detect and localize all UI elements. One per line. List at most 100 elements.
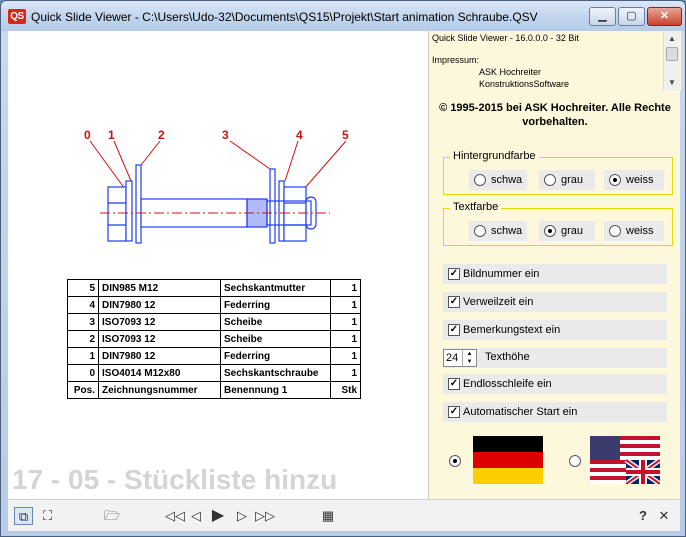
table-row: 0 ISO4014 M12x80 Sechskantschraube 1 [67,364,361,382]
settings-panel: Quick Slide Viewer - 16.0.0.0 - 32 Bit I… [428,31,681,499]
bg-radio-white[interactable]: weiss [604,170,664,190]
table-cell: Sechskantschraube [220,364,331,382]
minimize-button[interactable]: ▁ [589,7,616,26]
text-height-spinner[interactable]: 24 ▲ ▼ [443,349,477,367]
window-title: Quick Slide Viewer - C:\Users\Udo-32\Doc… [31,10,538,24]
callout-1: 1 [108,128,115,142]
callout-2: 2 [158,128,165,142]
radio-icon [474,174,486,186]
autostart-checkbox[interactable]: ✓ Automatischer Start ein [443,402,667,422]
exit-icon[interactable]: ✕ [656,507,672,525]
table-cell: 1 [330,296,361,314]
checkbox-checked-icon: ✓ [448,324,460,336]
callout-0: 0 [84,128,91,142]
previous-slide-button[interactable]: ◁ [188,507,204,525]
bottom-toolbar: ⧉ ⛶ 🗁 ◁◁ ◁ ▶ ▷ ▷▷ ▦ ? ✕ [8,499,680,531]
maximize-button[interactable]: ▢ [618,7,645,26]
play-button[interactable]: ▶ [208,507,228,525]
callout-3: 3 [222,128,229,142]
copyright-text: © 1995-2015 bei ASK Hochreiter. Alle Rec… [439,102,671,128]
text-color-label: Textfarbe [450,201,502,213]
table-header-row: Pos. Zeichnungsnummer Benennung 1 Stk [67,381,361,399]
table-row: 2 ISO7093 12 Scheibe 1 [67,330,361,348]
checkbox-checked-icon: ✓ [448,268,460,280]
table-row: 3 ISO7093 12 Scheibe 1 [67,313,361,331]
open-folder-icon[interactable]: 🗁 [102,507,122,525]
client-area: 0 1 2 3 4 5 5 DIN985 M12 Sechskantmutter… [8,31,681,531]
image-number-checkbox[interactable]: ✓ Bildnummer ein [443,264,667,284]
background-color-group: Hintergrundfarbe schwa grau weiss [443,150,673,195]
help-button[interactable]: ? [636,507,650,525]
grid-view-icon[interactable]: ▦ [319,507,337,525]
company-subtitle: KonstruktionsSoftware [479,79,570,89]
radio-selected-icon [609,174,621,186]
language-english-radio[interactable] [569,455,581,467]
table-cell: Pos. [67,381,99,399]
next-slide-button[interactable]: ▷ [234,507,250,525]
us-uk-flag-icon[interactable] [590,436,660,484]
first-slide-button[interactable]: ◁◁ [164,507,186,525]
callout-5: 5 [342,128,349,142]
scroll-thumb[interactable] [666,47,678,61]
table-cell: DIN7980 12 [98,347,221,365]
table-cell: Federring [220,296,331,314]
table-cell: 2 [67,330,99,348]
bolt-assembly-drawing: 0 1 2 3 4 5 [84,128,349,244]
table-cell: 0 [67,364,99,382]
table-cell: ISO7093 12 [98,330,221,348]
table-cell: DIN7980 12 [98,296,221,314]
title-bar[interactable]: QS Quick Slide Viewer - C:\Users\Udo-32\… [1,1,685,31]
scroll-down-icon[interactable]: ▼ [664,75,680,91]
radio-icon [544,174,556,186]
table-cell: 1 [330,313,361,331]
table-cell: 1 [330,364,361,382]
table-row: 1 DIN7980 12 Federring 1 [67,347,361,365]
text-height-label: Texthöhe [485,351,530,363]
german-flag-icon[interactable] [473,436,543,484]
loop-checkbox[interactable]: ✓ Endlosschleife ein [443,374,667,394]
text-color-group: Textfarbe schwa grau weiss [443,201,673,246]
radio-selected-icon [544,225,556,237]
table-cell: ISO4014 M12x80 [98,364,221,382]
table-cell: 1 [330,279,361,297]
checkbox-checked-icon: ✓ [448,406,460,418]
scroll-up-icon[interactable]: ▲ [664,31,680,47]
checkbox-checked-icon: ✓ [448,378,460,390]
checkbox-checked-icon: ✓ [448,296,460,308]
table-cell: Scheibe [220,330,331,348]
radio-icon [474,225,486,237]
language-german-radio[interactable] [449,455,461,467]
table-cell: 1 [330,330,361,348]
callout-4: 4 [296,128,303,142]
table-cell: 1 [67,347,99,365]
info-scrollbar[interactable]: ▲ ▼ [663,31,680,91]
table-cell: Zeichnungsnummer [98,381,221,399]
table-cell: DIN985 M12 [98,279,221,297]
bg-radio-gray[interactable]: grau [539,170,595,190]
close-button[interactable]: ✕ [647,7,682,26]
impressum-label: Impressum: [432,55,480,65]
text-height-row: 24 ▲ ▼ Texthöhe [443,348,667,368]
spinner-arrows-icon[interactable]: ▲ ▼ [462,350,476,366]
table-cell: 1 [330,347,361,365]
info-textbox[interactable]: Quick Slide Viewer - 16.0.0.0 - 32 Bit I… [429,31,681,91]
company-name: ASK Hochreiter [479,67,542,77]
text-radio-white[interactable]: weiss [604,221,664,241]
table-row: 5 DIN985 M12 Sechskantmutter 1 [67,279,361,297]
table-cell: 3 [67,313,99,331]
panel-toggle-icon[interactable]: ⧉ [14,507,33,525]
table-cell: Scheibe [220,313,331,331]
table-cell: Benennung 1 [220,381,331,399]
fullscreen-icon[interactable]: ⛶ [38,507,57,525]
table-cell: 4 [67,296,99,314]
text-radio-gray[interactable]: grau [539,221,595,241]
table-row: 4 DIN7980 12 Federring 1 [67,296,361,314]
last-slide-button[interactable]: ▷▷ [254,507,276,525]
text-radio-black[interactable]: schwa [469,221,527,241]
background-color-label: Hintergrundfarbe [450,150,539,162]
table-cell: 5 [67,279,99,297]
comment-text-checkbox[interactable]: ✓ Bemerkungstext ein [443,320,667,340]
bg-radio-black[interactable]: schwa [469,170,527,190]
dwell-time-checkbox[interactable]: ✓ Verweilzeit ein [443,292,667,312]
table-cell: ISO7093 12 [98,313,221,331]
